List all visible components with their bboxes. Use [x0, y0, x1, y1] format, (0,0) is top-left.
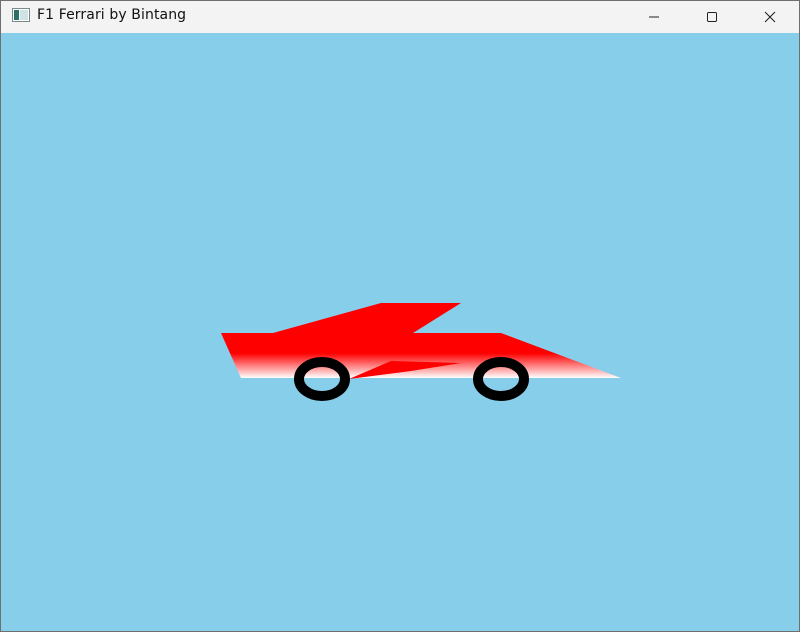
window-title: F1 Ferrari by Bintang: [37, 7, 187, 23]
app-icon: [12, 8, 30, 22]
title-bar[interactable]: F1 Ferrari by Bintang: [1, 1, 799, 33]
drawing-canvas: [1, 33, 799, 631]
minimize-button[interactable]: [625, 1, 683, 33]
window-controls: [625, 1, 799, 33]
maximize-button[interactable]: [683, 1, 741, 33]
close-icon: [764, 11, 776, 23]
maximize-icon: [707, 12, 717, 22]
app-window: F1 Ferrari by Bintang: [0, 0, 800, 632]
scene-svg: [1, 33, 799, 631]
close-button[interactable]: [741, 1, 799, 33]
minimize-icon: [649, 16, 659, 18]
